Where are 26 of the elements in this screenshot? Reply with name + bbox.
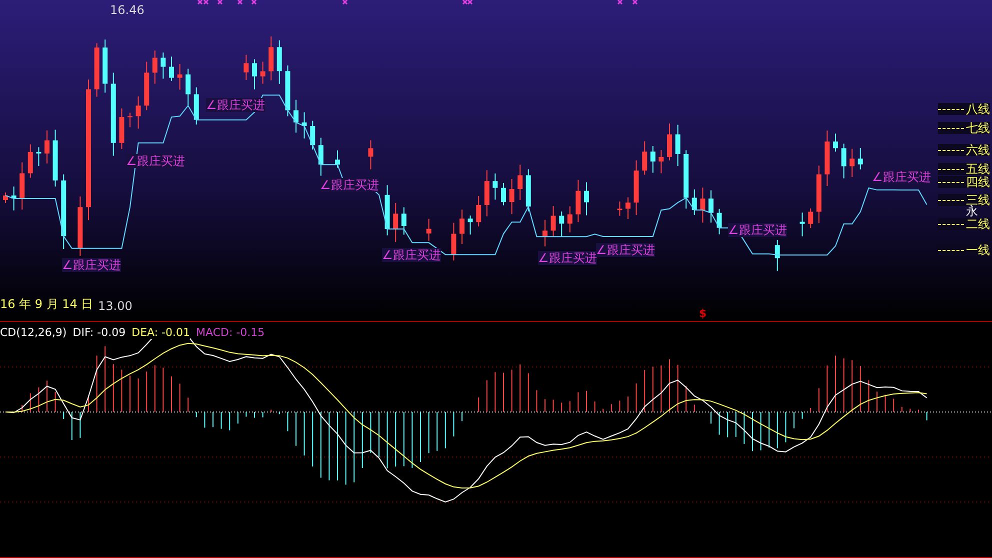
date-label: 16 年 9 月 14 日 xyxy=(0,298,94,310)
high-price-label: 16.46 xyxy=(110,4,144,16)
buy-signal-label: ∠跟庄买进 xyxy=(596,243,655,257)
level-label: 二线 xyxy=(966,218,990,230)
marker-label: $ xyxy=(699,308,707,319)
buy-signal-label: ∠跟庄买进 xyxy=(538,251,597,265)
low-price-label: 13.00 xyxy=(98,300,132,312)
buy-signal-label: ∠跟庄买进 xyxy=(206,98,265,112)
buy-signal-label: ∠跟庄买进 xyxy=(872,170,931,184)
level-label: 四线 xyxy=(966,176,990,188)
buy-signal-label: ∠跟庄买进 xyxy=(320,178,379,192)
buy-signal-label: ∠跟庄买进 xyxy=(382,248,441,262)
buy-signal-label: ∠跟庄买进 xyxy=(62,258,121,272)
buy-signal-label: ∠跟庄买进 xyxy=(728,223,787,237)
level-label: 八线 xyxy=(966,103,990,115)
level-label: 五线 xyxy=(966,163,990,175)
level-label: 一线 xyxy=(966,244,990,256)
level-label: 六线 xyxy=(966,144,990,156)
buy-signal-label: ∠跟庄买进 xyxy=(126,154,185,168)
legend-label: DEA: -0.01 xyxy=(132,326,190,339)
level-label: 三线 xyxy=(966,194,990,206)
legend-label: DIF: -0.09 xyxy=(72,326,126,339)
legend-label: MACD: -0.15 xyxy=(196,326,265,339)
legend-label: CD(12,26,9) xyxy=(0,326,67,339)
level-label: 永 xyxy=(966,205,978,217)
level-label: 七线 xyxy=(966,122,990,134)
